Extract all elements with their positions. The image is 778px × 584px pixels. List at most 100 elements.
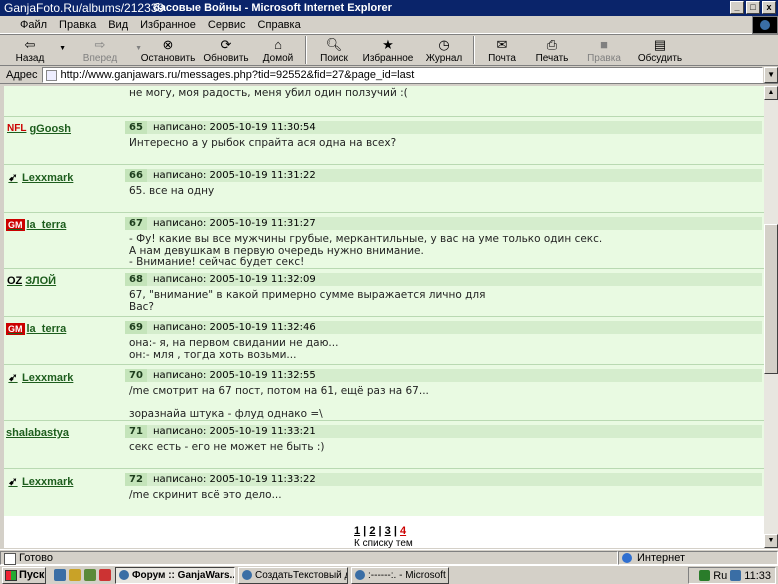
toolbar: ⇦ Назад ▼ ⇨ Вперед ▼ ⊗ Остановить ⟳ Обно… [0,34,778,66]
post-body: Интересно а у рыбок спрайта ася одна на … [129,137,397,149]
status-text: Готово [0,550,618,565]
post-header: 68 написано: 2005-10-19 11:32:09 [125,273,762,286]
post-header: 67 написано: 2005-10-19 11:31:27 [125,217,762,230]
page-links: 1 | 2 | 3 | 4 [354,525,407,537]
clock: 11:33 [744,569,771,582]
address-dropdown-icon[interactable]: ▼ [764,66,778,83]
home-button[interactable]: ⌂ Домой [254,35,302,65]
scroll-thumb[interactable] [764,224,778,374]
back-button[interactable]: ⇦ Назад ▼ [4,35,66,65]
menu-tools[interactable]: Сервис [202,19,252,31]
app-quicklaunch-icon[interactable] [84,569,96,581]
opera-quicklaunch-icon[interactable] [99,569,111,581]
scroll-down-icon[interactable]: ▼ [764,534,778,548]
post-number: 69 [125,321,147,334]
menu-file[interactable]: Файл [14,19,53,31]
post-number: 66 [125,169,147,182]
post-number: 72 [125,473,147,486]
print-icon: ⎙ [546,37,558,52]
ie-logo-icon [752,16,778,34]
post-author[interactable]: GM la_terra [6,323,66,335]
start-button[interactable]: Пуск [2,566,46,584]
favorites-button[interactable]: ★ Избранное [358,35,418,65]
edit-icon: ■ [600,37,608,52]
print-button[interactable]: ⎙ Печать [526,35,578,65]
task-text-document[interactable]: СоздатьТекстовый доку... [238,566,348,584]
stop-icon: ⊗ [162,37,174,52]
post-header: 72 написано: 2005-10-19 11:33:22 [125,473,762,486]
history-icon: ◷ [438,37,450,52]
task-forum-window[interactable]: Форум :: GanjaWars.... [115,566,235,584]
post-author[interactable]: GM la_terra [6,219,66,231]
menu-help[interactable]: Справка [252,19,307,31]
post-date: написано: 2005-10-19 11:33:22 [153,474,316,485]
vertical-scrollbar[interactable]: ▲ ▼ [764,86,778,548]
post-header: 66 написано: 2005-10-19 11:31:22 [125,169,762,182]
menu-view[interactable]: Вид [102,19,134,31]
post-author[interactable]: ➹ Lexxmark [6,475,73,489]
ie-quicklaunch-icon[interactable] [54,569,66,581]
forward-button[interactable]: ⇨ Вперед ▼ [68,35,142,65]
task-ie-window[interactable]: :------:. - Microsoft Internet... [351,566,449,584]
page-icon [45,69,57,81]
post-author[interactable]: OZ ЗЛОЙ [6,275,56,287]
toolbar-separator [473,36,475,64]
edit-button[interactable]: ■ Правка [578,35,630,65]
page-link-current[interactable]: 4 [400,525,406,537]
hand-arrow-icon: ➹ [8,172,18,184]
address-input[interactable]: http://www.ganjawars.ru/messages.php?tid… [41,66,764,83]
history-button[interactable]: ◷ Журнал [418,35,470,65]
post-number: 65 [125,121,147,134]
back-to-topics-link[interactable]: К списку тем [354,538,413,548]
hand-arrow-icon: ➹ [8,476,18,488]
language-indicator[interactable]: Ru [713,570,727,582]
post-body: /me скринит всё это дело... [129,489,282,501]
post-row: NFL gGoosh 65 написано: 2005-10-19 11:30:5… [4,117,764,165]
mail-button[interactable]: ✉ Почта [478,35,526,65]
post-date: написано: 2005-10-19 11:31:22 [153,170,316,181]
post-body: секс есть - его не может не быть :) [129,441,325,453]
menu-edit[interactable]: Правка [53,19,102,31]
gm-badge-icon: GM [6,323,25,335]
post-author[interactable]: ➹ Lexxmark [6,171,73,185]
post-author[interactable]: NFL gGoosh [6,123,71,135]
discuss-button[interactable]: ▤ Обсудить [630,35,690,65]
scroll-up-icon[interactable]: ▲ [764,86,778,100]
post-body: 67, "внимание" в какой примерно сумме вы… [129,289,486,313]
post-author[interactable]: ➹ Lexxmark [6,371,73,385]
post-row: не могу, моя радость, меня убил один пол… [4,86,764,117]
minimize-button[interactable]: _ [730,1,744,14]
back-arrow-icon: ⇦ [24,37,36,52]
mail-icon: ✉ [496,37,508,52]
nfl-badge-icon: NFL [7,123,27,134]
address-url: http://www.ganjawars.ru/messages.php?tid… [60,68,415,81]
post-header: 71 написано: 2005-10-19 11:33:21 [125,425,762,438]
tray-icon[interactable] [730,570,742,581]
gm-badge-icon: GM [6,219,25,231]
post-author[interactable]: shalabastya [6,427,69,439]
search-button[interactable]: 🔍︎ Поиск [310,35,358,65]
watermark: GanjaFoto.Ru/albums/212339 [0,0,169,16]
menu-favorites[interactable]: Избранное [134,19,202,31]
post-body: - Фу! какие вы все мужчины грубые, мерка… [129,233,603,268]
post-date: написано: 2005-10-19 11:32:55 [153,370,316,381]
search-icon: 🔍︎ [325,37,343,52]
refresh-button[interactable]: ⟳ Обновить [198,35,254,65]
explorer-quicklaunch-icon[interactable] [69,569,81,581]
post-row: shalabastya 71 написано: 2005-10-19 11:33… [4,421,764,469]
close-button[interactable]: x [762,1,776,14]
stop-button[interactable]: ⊗ Остановить [138,35,198,65]
pagination: 1 | 2 | 3 | 4 К списку тем [4,518,764,548]
taskbar: Пуск Форум :: GanjaWars.... СоздатьТекст… [0,565,778,584]
maximize-button[interactable]: □ [746,1,760,14]
ie-window: GanjaFoto.Ru/albums/212339 басовые Войны… [0,0,778,584]
tray-icon[interactable] [699,570,711,581]
home-icon: ⌂ [274,37,282,52]
post-header: 65 написано: 2005-10-19 11:30:54 [125,121,762,134]
back-dropdown-icon[interactable]: ▼ [59,45,66,52]
post-header: 70 написано: 2005-10-19 11:32:55 [125,369,762,382]
post-row: ➹ Lexxmark 66 написано: 2005-10-19 11:31:2… [4,165,764,213]
status-bar: Готово Интернет [0,549,778,565]
system-tray: Ru 11:33 [688,567,776,584]
post-row: OZ ЗЛОЙ 68 написано: 2005-10-19 11:32:09 6… [4,269,764,317]
